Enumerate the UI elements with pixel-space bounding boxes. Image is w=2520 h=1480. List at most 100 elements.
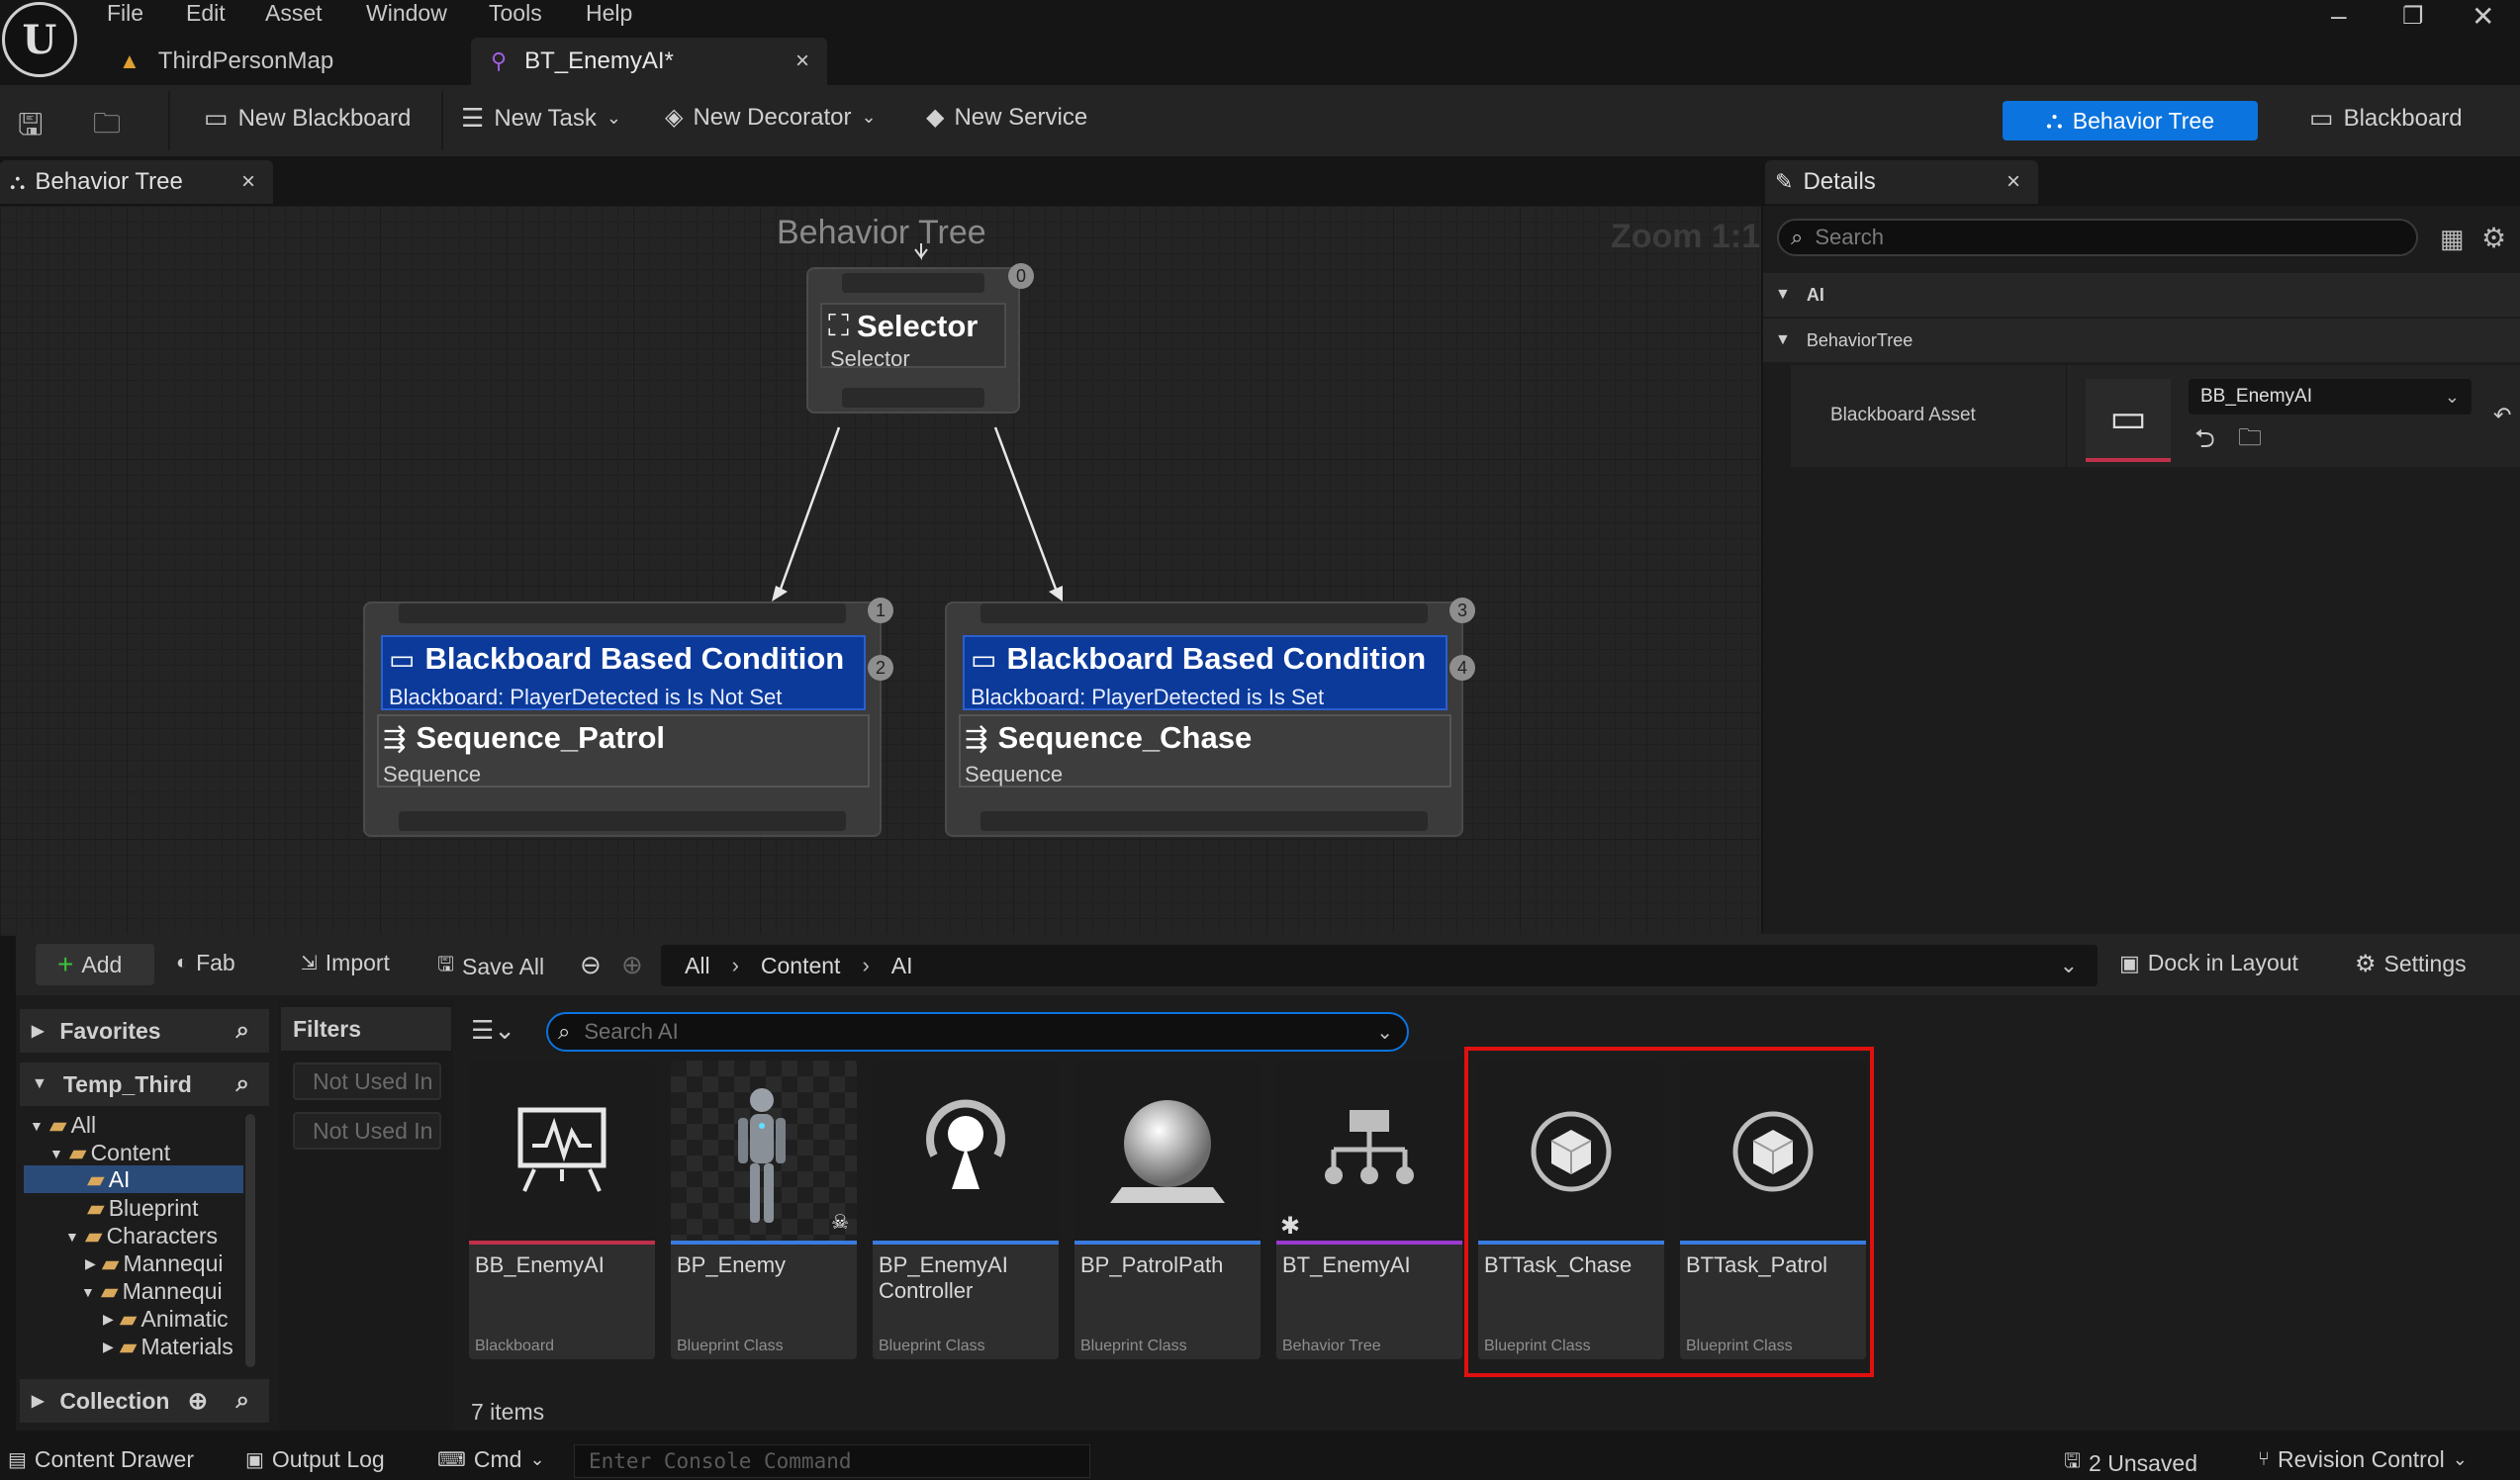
new-blackboard-button[interactable]: ▭ New Blackboard	[204, 103, 411, 134]
folder-content[interactable]: ▼ ▰ Content	[49, 1140, 170, 1166]
breadcrumb-all[interactable]: All	[685, 953, 710, 979]
menu-window[interactable]: Window	[366, 0, 447, 27]
sphere-graphic	[1110, 1100, 1225, 1203]
table-view-icon[interactable]: ▦	[2440, 224, 2465, 254]
content-drawer-button[interactable]: ▤ Content Drawer	[8, 1446, 194, 1473]
cmd-dropdown[interactable]: ⌨ Cmd ⌄	[437, 1446, 545, 1473]
close-icon[interactable]: ×	[2007, 168, 2020, 196]
unsaved-button[interactable]: 🖫 2 Unsaved	[2064, 1446, 2197, 1480]
chevron-down-icon[interactable]: ⌄	[2060, 953, 2078, 978]
input-pin[interactable]	[980, 603, 1428, 623]
menu-tools[interactable]: Tools	[489, 0, 542, 27]
folder-blueprint[interactable]: ▰ Blueprint	[87, 1195, 198, 1222]
revision-control-button[interactable]: ⑂ Revision Control ⌄	[2258, 1446, 2468, 1473]
folder-animations[interactable]: ▶ ▰ Animatic	[103, 1306, 229, 1333]
filter-chip-not-used-in[interactable]: Not Used In	[293, 1112, 441, 1150]
behavior-tree-mode-button[interactable]: ⛬ Behavior Tree	[2003, 101, 2258, 140]
fab-button[interactable]: ◐ Fab	[176, 950, 235, 976]
asset-card-bp-patrolpath[interactable]: BP_PatrolPath Blueprint Class	[1074, 1061, 1260, 1359]
forward-icon[interactable]: ⊕	[621, 950, 643, 980]
blackboard-mode-button[interactable]: ▭ Blackboard	[2309, 103, 2463, 134]
tree-scrollbar[interactable]	[245, 1114, 255, 1367]
breadcrumb-content[interactable]: Content	[761, 953, 841, 979]
details-search-input[interactable]: ⌕ Search	[1777, 219, 2418, 256]
tab-bt-enemyai[interactable]: ⚲ BT_EnemyAI* ×	[471, 38, 827, 85]
unreal-logo-icon[interactable]: U	[2, 2, 77, 77]
search-icon[interactable]: ⌕	[236, 1387, 249, 1415]
output-pin[interactable]	[399, 811, 846, 831]
browse-icon[interactable]: 🗀	[93, 103, 121, 150]
close-icon[interactable]: ×	[795, 47, 809, 75]
menu-file[interactable]: File	[107, 0, 143, 27]
log-icon: ▣	[245, 1449, 264, 1471]
asset-card-bp-enemyai-controller[interactable]: BP_EnemyAI Controller Blueprint Class	[873, 1061, 1059, 1359]
menu-help[interactable]: Help	[586, 0, 632, 27]
use-selected-icon[interactable]: ⮌	[2194, 420, 2215, 464]
folder-all[interactable]: ▼ ▰ All	[30, 1112, 96, 1139]
chevron-down-icon: ▼	[30, 1117, 44, 1134]
behavior-tree-graph[interactable]: Behavior Tree Zoom 1:1 ⛶ Selector Select…	[0, 206, 1761, 936]
collections-header[interactable]: ▶ Collection ⊕ ⌕	[20, 1379, 269, 1423]
folder-materials[interactable]: ▶ ▰ Materials	[103, 1334, 233, 1360]
tab-details[interactable]: ✎ Details ×	[1765, 160, 2038, 204]
add-collection-icon[interactable]: ⊕	[188, 1387, 208, 1416]
output-pin[interactable]	[842, 388, 984, 408]
tab-thirdpersonmap[interactable]: ▲ ThirdPersonMap	[99, 38, 455, 85]
minimize-icon[interactable]: –	[2331, 0, 2347, 32]
folder-mannequins-1[interactable]: ▶ ▰ Mannequi	[85, 1250, 224, 1277]
category-behaviortree[interactable]: ▼ BehaviorTree	[1763, 319, 2520, 362]
input-pin[interactable]	[842, 273, 984, 293]
console-command-input[interactable]: Enter Console Command	[574, 1444, 1090, 1478]
asset-search-input[interactable]: ⌕ Search AI ⌄	[546, 1012, 1409, 1052]
back-icon[interactable]: ⊖	[580, 950, 602, 980]
close-icon[interactable]: ×	[241, 168, 255, 196]
edge-selector-patrol	[778, 426, 841, 593]
search-icon[interactable]: ⌕	[236, 1070, 249, 1098]
asset-thumbnail-blackboard-icon[interactable]: ▭	[2086, 379, 2171, 462]
tab-label: Behavior Tree	[35, 168, 183, 195]
output-pin[interactable]	[980, 811, 1428, 831]
new-decorator-button[interactable]: ◈ New Decorator ⌄	[665, 103, 877, 132]
asset-card-bb-enemyai[interactable]: BB_EnemyAI Blackboard	[469, 1061, 655, 1359]
input-pin[interactable]	[399, 603, 846, 623]
menu-edit[interactable]: Edit	[186, 0, 226, 27]
search-icon: ⌕	[1791, 225, 1804, 249]
restore-icon[interactable]: ❐	[2402, 2, 2424, 31]
close-window-icon[interactable]: ✕	[2472, 0, 2494, 33]
sequence-chase-node[interactable]: 3 ▭ Blackboard Based Condition Blackboar…	[945, 598, 1475, 837]
add-button[interactable]: + Add	[36, 944, 154, 985]
chevron-down-icon: ▼	[49, 1145, 63, 1161]
category-ai[interactable]: ▼ AI	[1763, 273, 2520, 317]
dock-in-layout-button[interactable]: ▣ Dock in Layout	[2119, 950, 2298, 976]
search-icon[interactable]: ⌕	[236, 1017, 249, 1045]
filter-chip-not-used-in[interactable]: Not Used In	[293, 1063, 441, 1100]
breadcrumb-ai[interactable]: AI	[891, 953, 913, 979]
sequence-patrol-node[interactable]: 1 ▭ Blackboard Based Condition Blackboar…	[363, 598, 893, 837]
save-all-button[interactable]: 🖫 Save All	[437, 950, 544, 983]
gear-icon[interactable]: ⚙	[2481, 222, 2506, 254]
folder-characters[interactable]: ▼ ▰ Characters	[65, 1223, 218, 1249]
save-icon[interactable]: 🖫	[18, 103, 44, 153]
selector-node[interactable]: ⛶ Selector Selector 0	[806, 263, 1034, 414]
project-header[interactable]: ▼ Temp_Third ⌕	[20, 1063, 269, 1106]
blackboard-decorator[interactable]: ▭ Blackboard Based Condition Blackboard:…	[381, 635, 866, 710]
folder-ai[interactable]: ▰ AI	[24, 1165, 243, 1193]
chevron-down-icon[interactable]: ⌄	[1376, 1020, 1393, 1045]
reset-to-default-icon[interactable]: ↶	[2493, 403, 2511, 428]
menu-asset[interactable]: Asset	[265, 0, 323, 27]
output-log-button[interactable]: ▣ Output Log	[245, 1446, 385, 1473]
blackboard-asset-dropdown[interactable]: BB_EnemyAI ⌄	[2189, 379, 2472, 415]
settings-button[interactable]: ⚙ Settings	[2355, 950, 2467, 978]
favorites-header[interactable]: ▶ Favorites ⌕	[20, 1009, 269, 1053]
folder-mannequins-2[interactable]: ▼ ▰ Mannequi	[81, 1278, 223, 1305]
tab-behavior-tree-graph[interactable]: ⛬ Behavior Tree ×	[0, 160, 273, 204]
blackboard-decorator[interactable]: ▭ Blackboard Based Condition Blackboard:…	[963, 635, 1447, 710]
filter-icon[interactable]: ☰⌄	[471, 1015, 515, 1046]
import-button[interactable]: ⇲ Import	[301, 950, 390, 976]
mode-label: Behavior Tree	[2072, 107, 2214, 134]
asset-card-bt-enemyai[interactable]: ✱ BT_EnemyAI Behavior Tree	[1276, 1061, 1462, 1359]
new-task-button[interactable]: ☰ New Task ⌄	[461, 103, 621, 134]
new-service-button[interactable]: ◆ New Service	[926, 103, 1087, 132]
asset-card-bp-enemy[interactable]: ☠ BP_Enemy Blueprint Class	[671, 1061, 857, 1359]
browse-asset-icon[interactable]: 🗀	[2238, 420, 2262, 461]
